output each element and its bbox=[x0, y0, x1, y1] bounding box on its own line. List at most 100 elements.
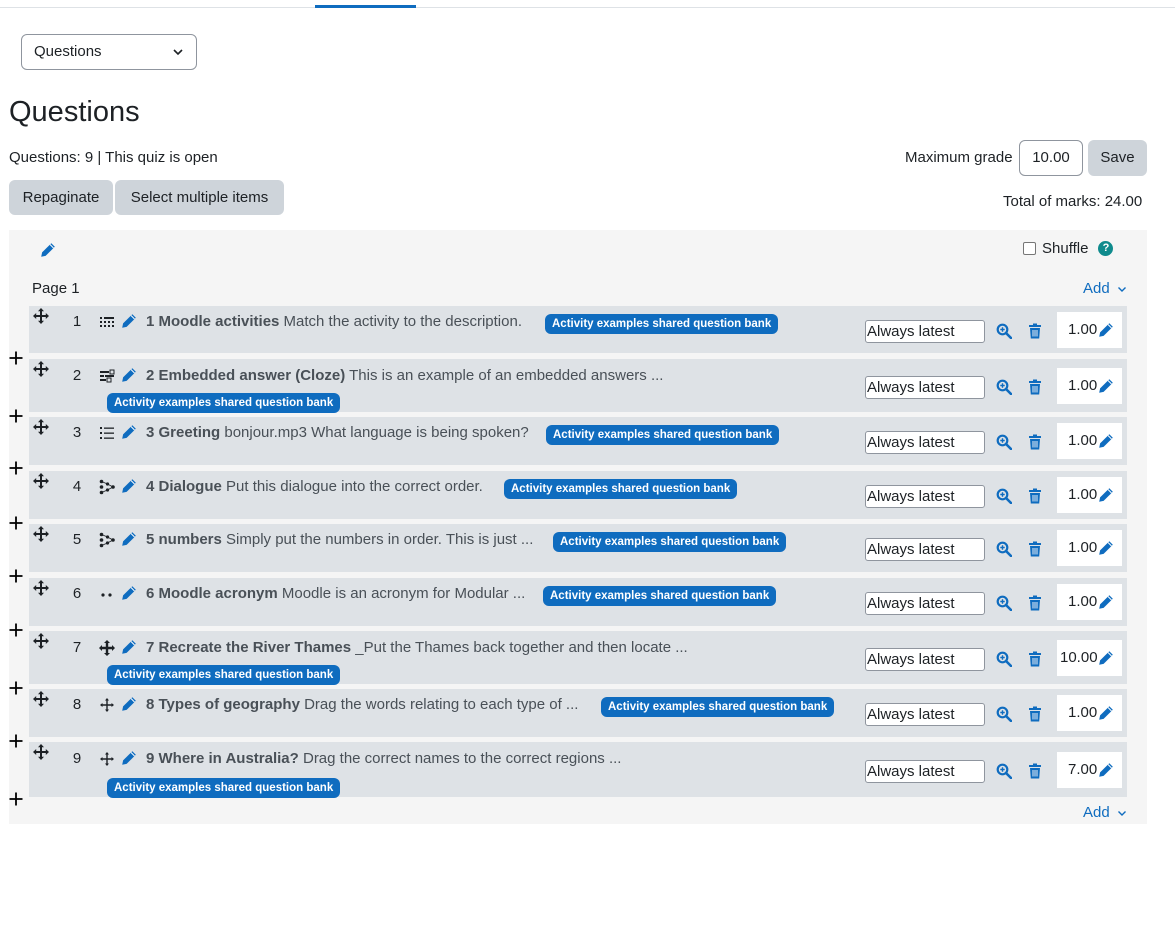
question-name[interactable]: 9 Where in Australia? bbox=[146, 750, 299, 767]
question-summary[interactable]: 2 Embedded answer (Cloze) This is an exa… bbox=[146, 367, 663, 384]
edit-mark-pencil-icon[interactable] bbox=[1098, 487, 1114, 503]
version-select[interactable]: Always latest bbox=[865, 592, 985, 615]
move-handle-icon[interactable] bbox=[33, 633, 49, 649]
move-handle-icon[interactable] bbox=[33, 744, 49, 760]
delete-trash-icon[interactable] bbox=[1027, 595, 1043, 611]
add-page-break-plus-icon[interactable] bbox=[9, 734, 23, 748]
question-mark[interactable]: 1.00 bbox=[1057, 477, 1122, 513]
version-select[interactable]: Always latest bbox=[865, 320, 985, 343]
question-mark[interactable]: 1.00 bbox=[1057, 423, 1122, 459]
edit-mark-pencil-icon[interactable] bbox=[1098, 705, 1114, 721]
version-select[interactable]: Always latest bbox=[865, 376, 985, 399]
edit-question-pencil-icon[interactable] bbox=[121, 531, 137, 547]
max-grade-input[interactable]: 10.00 bbox=[1019, 140, 1083, 176]
edit-mark-pencil-icon[interactable] bbox=[1098, 650, 1114, 666]
move-handle-icon[interactable] bbox=[33, 419, 49, 435]
question-name[interactable]: 1 Moodle activities bbox=[146, 313, 279, 330]
preview-zoom-icon[interactable] bbox=[996, 541, 1012, 557]
question-mark[interactable]: 10.00 bbox=[1057, 640, 1122, 676]
select-multiple-button[interactable]: Select multiple items bbox=[115, 180, 284, 215]
preview-zoom-icon[interactable] bbox=[996, 379, 1012, 395]
move-handle-icon[interactable] bbox=[33, 691, 49, 707]
edit-mark-pencil-icon[interactable] bbox=[1098, 594, 1114, 610]
question-name[interactable]: 3 Greeting bbox=[146, 424, 220, 441]
question-name[interactable]: 8 Types of geography bbox=[146, 696, 300, 713]
edit-mark-pencil-icon[interactable] bbox=[1098, 762, 1114, 778]
edit-question-pencil-icon[interactable] bbox=[121, 313, 137, 329]
question-mark[interactable]: 1.00 bbox=[1057, 368, 1122, 404]
move-handle-icon[interactable] bbox=[33, 361, 49, 377]
preview-zoom-icon[interactable] bbox=[996, 763, 1012, 779]
add-page-break-plus-icon[interactable] bbox=[9, 681, 23, 695]
question-mark[interactable]: 1.00 bbox=[1057, 312, 1122, 348]
delete-trash-icon[interactable] bbox=[1027, 763, 1043, 779]
delete-trash-icon[interactable] bbox=[1027, 706, 1043, 722]
edit-mark-pencil-icon[interactable] bbox=[1098, 378, 1114, 394]
add-page-break-plus-icon[interactable] bbox=[9, 461, 23, 475]
question-summary[interactable]: 9 Where in Australia? Drag the correct n… bbox=[146, 750, 621, 767]
preview-zoom-icon[interactable] bbox=[996, 595, 1012, 611]
question-summary[interactable]: 6 Moodle acronym Moodle is an acronym fo… bbox=[146, 585, 525, 602]
version-select[interactable]: Always latest bbox=[865, 485, 985, 508]
edit-mark-pencil-icon[interactable] bbox=[1098, 433, 1114, 449]
add-page-break-plus-icon[interactable] bbox=[9, 516, 23, 530]
help-icon[interactable]: ? bbox=[1098, 241, 1114, 256]
question-mark[interactable]: 1.00 bbox=[1057, 695, 1122, 731]
add-menu-top[interactable]: Add bbox=[1083, 280, 1128, 297]
edit-question-pencil-icon[interactable] bbox=[121, 585, 137, 601]
version-select[interactable]: Always latest bbox=[865, 538, 985, 561]
question-name[interactable]: 2 Embedded answer (Cloze) bbox=[146, 367, 345, 384]
edit-question-pencil-icon[interactable] bbox=[121, 424, 137, 440]
question-name[interactable]: 6 Moodle acronym bbox=[146, 585, 278, 602]
question-summary[interactable]: 4 Dialogue Put this dialogue into the co… bbox=[146, 478, 483, 495]
delete-trash-icon[interactable] bbox=[1027, 651, 1043, 667]
edit-question-pencil-icon[interactable] bbox=[121, 478, 137, 494]
quiz-nav-select[interactable]: Questions bbox=[21, 34, 197, 70]
question-summary[interactable]: 7 Recreate the River Thames _Put the Tha… bbox=[146, 639, 688, 656]
question-name[interactable]: 5 numbers bbox=[146, 531, 222, 548]
move-handle-icon[interactable] bbox=[33, 580, 49, 596]
question-mark[interactable]: 1.00 bbox=[1057, 584, 1122, 620]
move-handle-icon[interactable] bbox=[33, 526, 49, 542]
move-handle-icon[interactable] bbox=[33, 473, 49, 489]
delete-trash-icon[interactable] bbox=[1027, 434, 1043, 450]
edit-question-pencil-icon[interactable] bbox=[121, 750, 137, 766]
add-menu-bottom[interactable]: Add bbox=[1083, 804, 1128, 821]
preview-zoom-icon[interactable] bbox=[996, 706, 1012, 722]
add-page-break-plus-icon[interactable] bbox=[9, 569, 23, 583]
delete-trash-icon[interactable] bbox=[1027, 541, 1043, 557]
preview-zoom-icon[interactable] bbox=[996, 323, 1012, 339]
add-page-break-plus-icon[interactable] bbox=[9, 623, 23, 637]
delete-trash-icon[interactable] bbox=[1027, 379, 1043, 395]
preview-zoom-icon[interactable] bbox=[996, 651, 1012, 667]
delete-trash-icon[interactable] bbox=[1027, 488, 1043, 504]
question-mark[interactable]: 1.00 bbox=[1057, 530, 1122, 566]
question-name[interactable]: 7 Recreate the River Thames bbox=[146, 639, 351, 656]
question-summary[interactable]: 8 Types of geography Drag the words rela… bbox=[146, 696, 578, 713]
add-page-break-plus-icon[interactable] bbox=[9, 792, 23, 806]
shuffle-checkbox[interactable] bbox=[1023, 242, 1036, 255]
question-summary[interactable]: 5 numbers Simply put the numbers in orde… bbox=[146, 531, 533, 548]
question-summary[interactable]: 3 Greeting bonjour.mp3 What language is … bbox=[146, 424, 529, 441]
add-page-break-plus-icon[interactable] bbox=[9, 351, 23, 365]
edit-mark-pencil-icon[interactable] bbox=[1098, 540, 1114, 556]
delete-trash-icon[interactable] bbox=[1027, 323, 1043, 339]
version-select[interactable]: Always latest bbox=[865, 431, 985, 454]
edit-section-pencil-icon[interactable] bbox=[40, 242, 56, 258]
edit-question-pencil-icon[interactable] bbox=[121, 696, 137, 712]
move-handle-icon[interactable] bbox=[33, 308, 49, 324]
question-mark[interactable]: 7.00 bbox=[1057, 752, 1122, 788]
preview-zoom-icon[interactable] bbox=[996, 488, 1012, 504]
question-summary[interactable]: 1 Moodle activities Match the activity t… bbox=[146, 313, 522, 330]
repaginate-button[interactable]: Repaginate bbox=[9, 180, 113, 215]
save-button[interactable]: Save bbox=[1088, 140, 1147, 176]
version-select[interactable]: Always latest bbox=[865, 703, 985, 726]
version-select[interactable]: Always latest bbox=[865, 648, 985, 671]
edit-mark-pencil-icon[interactable] bbox=[1098, 322, 1114, 338]
edit-question-pencil-icon[interactable] bbox=[121, 367, 137, 383]
question-name[interactable]: 4 Dialogue bbox=[146, 478, 222, 495]
edit-question-pencil-icon[interactable] bbox=[121, 639, 137, 655]
preview-zoom-icon[interactable] bbox=[996, 434, 1012, 450]
version-select[interactable]: Always latest bbox=[865, 760, 985, 783]
add-page-break-plus-icon[interactable] bbox=[9, 409, 23, 423]
